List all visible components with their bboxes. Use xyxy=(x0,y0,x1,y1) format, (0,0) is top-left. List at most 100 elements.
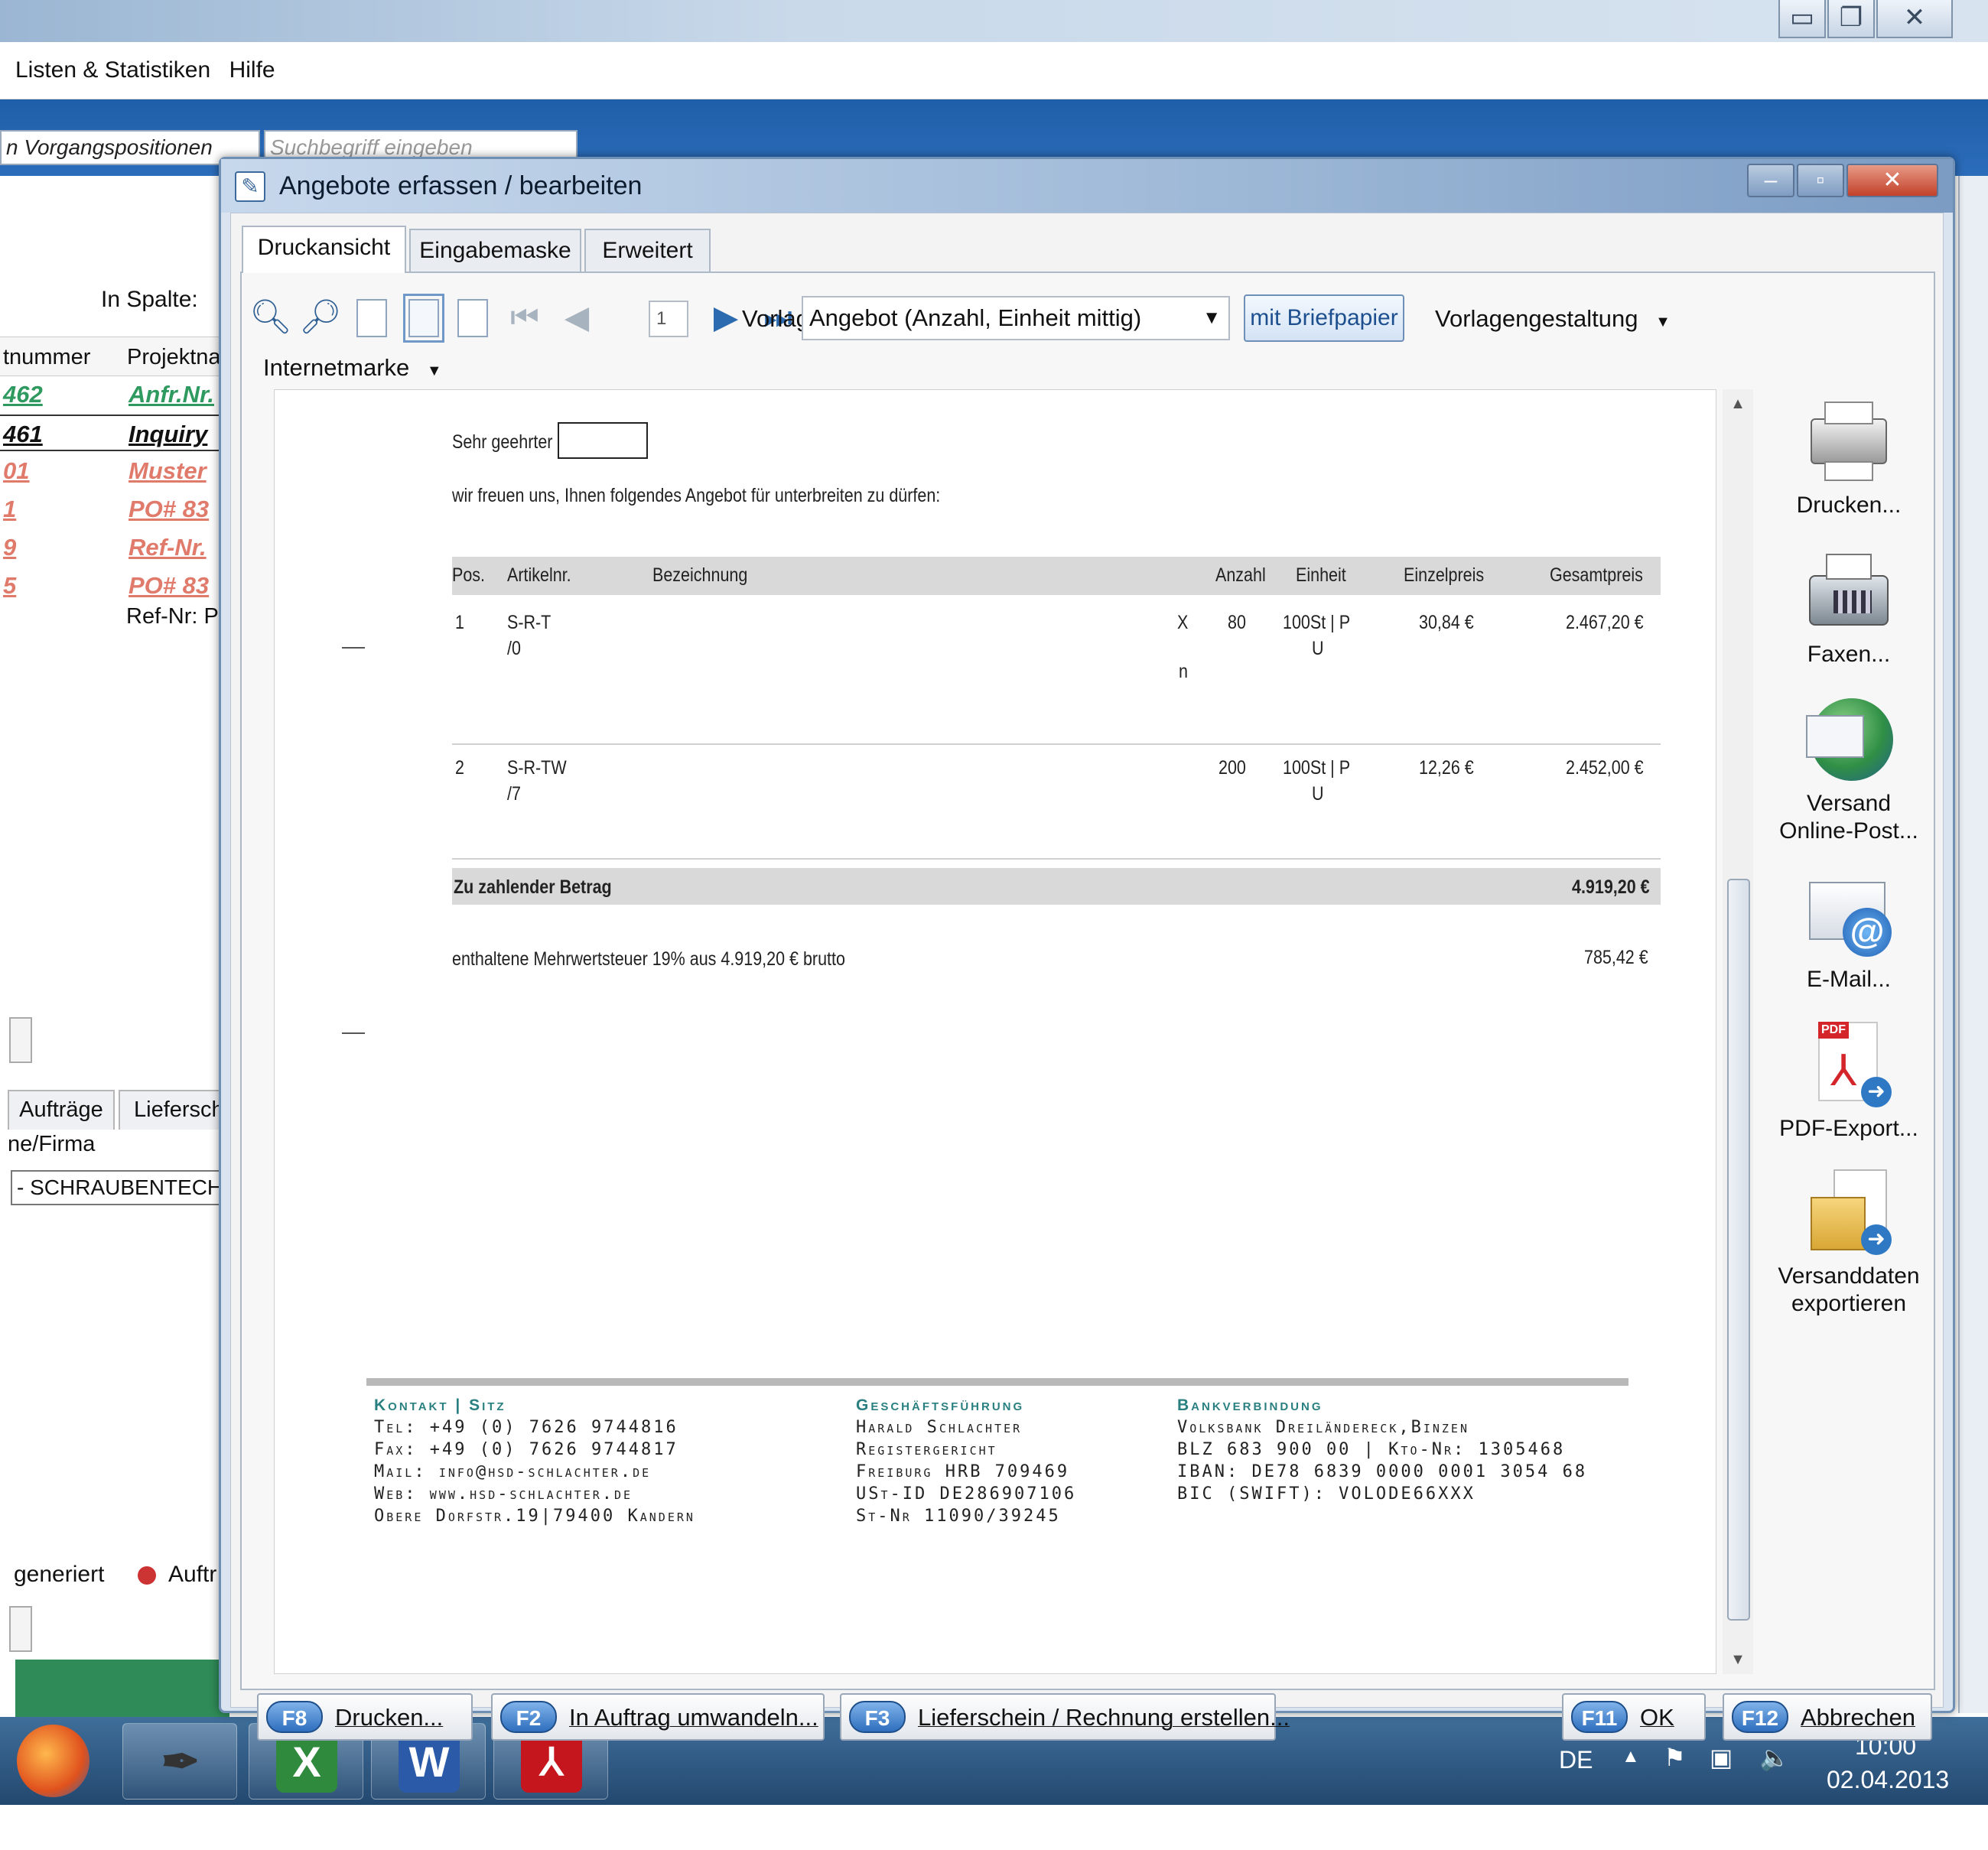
background-list-panel: In Spalte: tnummer Projektna 462 Anfr.Nr.… xyxy=(0,176,233,1713)
network-icon[interactable]: ▣ xyxy=(1710,1743,1733,1772)
side-action-email[interactable]: @ E-Mail... xyxy=(1753,870,1944,993)
item-2-einheit-line1: 100St | P xyxy=(1283,757,1351,779)
email-icon: @ xyxy=(1803,870,1895,961)
status-generiert: generiert xyxy=(14,1562,105,1587)
header-gesamtpreis: Gesamtpreis xyxy=(1550,564,1643,586)
previous-page-icon[interactable]: ◀ xyxy=(558,297,596,337)
taskbar-app-1[interactable]: ✒ xyxy=(122,1723,237,1800)
row-project-link[interactable]: PO# 83 xyxy=(129,496,209,523)
online-post-icon xyxy=(1803,694,1895,785)
scroll-up-icon[interactable]: ▲ xyxy=(1723,395,1753,413)
fax-icon xyxy=(1803,545,1895,636)
table-row[interactable]: 01 Muster xyxy=(0,453,229,489)
header-bezeichnung: Bezeichnung xyxy=(652,564,748,586)
item-1-pos: 1 xyxy=(455,612,464,633)
vorlage-select[interactable]: Angebot (Anzahl, Einheit mittig) ▼ xyxy=(802,296,1230,340)
vorlagengestaltung-menu[interactable]: Vorlagengestaltung ▼ xyxy=(1435,305,1671,333)
header-anzahl: Anzahl xyxy=(1215,564,1266,586)
briefpapier-toggle-button[interactable]: mit Briefpapier xyxy=(1244,294,1404,342)
side-action-pdf-export[interactable]: PDF ⅄ ➜ PDF-Export... xyxy=(1753,1019,1944,1143)
item-2-artikel-line2: /7 xyxy=(507,783,521,805)
item-2-artikel-line1: S-R-TW xyxy=(507,757,567,779)
full-page-view-icon[interactable] xyxy=(457,299,488,337)
f8-key-badge: F8 xyxy=(266,1701,323,1733)
row-number[interactable]: 9 xyxy=(3,534,16,561)
dialog-minimize-button[interactable]: – xyxy=(1747,164,1794,197)
in-auftrag-umwandeln-button[interactable]: F2 In Auftrag umwandeln... xyxy=(491,1693,825,1741)
side-action-faxen[interactable]: Faxen... xyxy=(1753,545,1944,668)
footer-bank-line: Volksbank Dreiländereck,Binzen xyxy=(1177,1418,1469,1437)
ok-button[interactable]: F11 OK xyxy=(1562,1693,1706,1741)
printer-icon xyxy=(1803,395,1895,487)
offer-dialog: ✎ Angebote erfassen / bearbeiten – ▫ ✕ D… xyxy=(219,157,1955,1741)
restore-button[interactable]: ❐ xyxy=(1827,0,1875,38)
footer-gf-line: St-Nr 11090/39245 xyxy=(856,1507,1061,1526)
table-row[interactable]: 462 Anfr.Nr. xyxy=(0,376,229,413)
row-project-link[interactable]: PO# 83 xyxy=(129,572,209,600)
table-row[interactable]: 1 PO# 83 xyxy=(0,491,229,528)
language-indicator[interactable]: DE xyxy=(1559,1746,1593,1774)
volume-icon[interactable]: 🔈 xyxy=(1759,1743,1790,1772)
row-number[interactable]: 461 xyxy=(3,421,43,448)
row-project-link[interactable]: Anfr.Nr. xyxy=(129,381,214,408)
tab-auftraege[interactable]: Aufträge xyxy=(8,1090,115,1130)
row-number[interactable]: 462 xyxy=(3,381,43,408)
status-dot-icon xyxy=(138,1566,156,1585)
tab-lieferscheine[interactable]: Liefersch xyxy=(119,1090,229,1130)
menu-listen-statistiken[interactable]: Listen & Statistiken xyxy=(15,57,210,83)
table-row[interactable]: 9 Ref-Nr. xyxy=(0,529,229,566)
firma-value[interactable]: - SCHRAUBENTECHN xyxy=(11,1170,233,1205)
scroll-down-icon[interactable]: ▼ xyxy=(1723,1651,1753,1669)
page-width-view-icon[interactable] xyxy=(403,294,444,343)
footer-kontakt-line: Obere Dorfstr.19|79400 Kandern xyxy=(374,1507,695,1526)
tab-eingabemaske[interactable]: Eingabemaske xyxy=(409,229,581,273)
row-project-link[interactable]: Ref-Nr. xyxy=(129,534,207,561)
zoom-out-icon[interactable]: 🔍︎ xyxy=(249,297,292,337)
drucken-button[interactable]: F8 Drucken... xyxy=(257,1693,473,1741)
scrollbar-thumb[interactable] xyxy=(1727,879,1750,1621)
export-data-icon: ➜ xyxy=(1803,1166,1895,1258)
footer-bank-line: BLZ 683 900 00 | Kto-Nr: 1305468 xyxy=(1177,1440,1566,1459)
row-project-link[interactable]: Inquiry xyxy=(129,421,207,448)
table-row[interactable]: 5 PO# 83 xyxy=(0,567,229,604)
row-number[interactable]: 5 xyxy=(3,572,16,600)
column-filter-label: In Spalte: xyxy=(101,287,198,312)
row-number[interactable]: 01 xyxy=(3,457,29,485)
action-center-flag-icon[interactable]: ⚑ xyxy=(1664,1743,1686,1772)
first-page-icon[interactable]: ⏮ xyxy=(506,297,544,337)
internetmarke-menu[interactable]: Internetmarke ▼ xyxy=(263,354,442,382)
single-page-view-icon[interactable] xyxy=(356,299,387,337)
lieferschein-rechnung-button[interactable]: F3 Lieferschein / Rechnung erstellen... xyxy=(840,1693,1290,1741)
zoom-in-icon[interactable]: 🔎︎ xyxy=(299,297,342,337)
collapse-toggle-lower[interactable] xyxy=(9,1606,32,1652)
side-action-drucken[interactable]: Drucken... xyxy=(1753,395,1944,519)
row-project-link[interactable]: Muster xyxy=(129,457,207,485)
show-hidden-icons[interactable]: ▲ xyxy=(1622,1746,1640,1767)
item-1-einzelpreis: 30,84 € xyxy=(1419,612,1474,633)
menu-hilfe[interactable]: Hilfe xyxy=(229,57,275,83)
item-2-anzahl: 200 xyxy=(1219,757,1246,779)
side-action-versanddaten[interactable]: ➜ Versanddaten exportieren xyxy=(1753,1166,1944,1318)
clock-date[interactable]: 02.04.2013 xyxy=(1827,1766,1949,1794)
dialog-maximize-button[interactable]: ▫ xyxy=(1797,164,1844,197)
collapse-toggle[interactable] xyxy=(9,1017,32,1063)
abbrechen-button[interactable]: F12 Abbrechen xyxy=(1723,1693,1932,1741)
dialog-close-button[interactable]: ✕ xyxy=(1846,164,1938,197)
row-number[interactable]: 1 xyxy=(3,496,16,523)
fold-mark xyxy=(342,1032,365,1034)
side-action-online-post[interactable]: Versand Online-Post... xyxy=(1753,694,1944,845)
minimize-button[interactable]: ▭ xyxy=(1778,0,1826,38)
footer-kontakt-line: Mail: info@hsd-schlachter.de xyxy=(374,1462,652,1481)
f11-key-badge: F11 xyxy=(1571,1701,1628,1733)
tab-erweitert[interactable]: Erweitert xyxy=(584,229,711,273)
page-number-input[interactable]: 1 xyxy=(649,301,688,337)
footer-gf-line: Registergericht xyxy=(856,1440,997,1459)
column-header-number[interactable]: tnummer xyxy=(3,345,90,370)
preview-scrollbar[interactable]: ▲ ▼ xyxy=(1723,389,1753,1674)
table-row[interactable]: 461 Inquiry xyxy=(0,415,229,451)
next-page-icon[interactable]: ▶ xyxy=(707,297,745,337)
column-header-project[interactable]: Projektna xyxy=(127,345,221,370)
tab-druckansicht[interactable]: Druckansicht xyxy=(242,226,406,273)
firefox-icon[interactable] xyxy=(17,1725,89,1797)
close-button[interactable]: ✕ xyxy=(1876,0,1953,38)
